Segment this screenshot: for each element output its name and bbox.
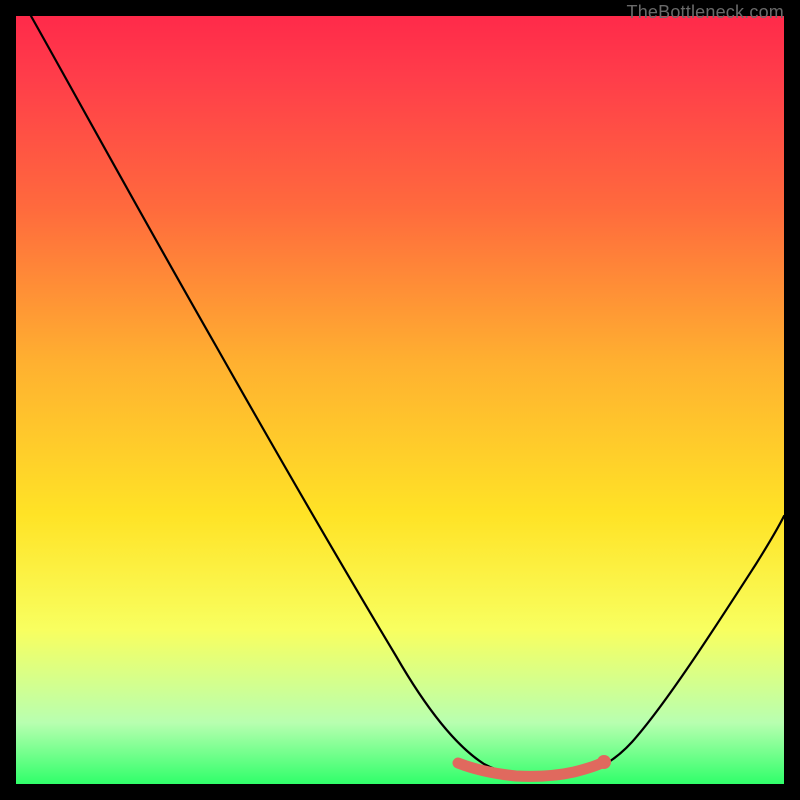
chart-container: TheBottleneck.com <box>0 0 800 800</box>
highlight-segment <box>458 762 604 776</box>
attribution-text: TheBottleneck.com <box>627 2 784 23</box>
chart-svg <box>16 16 784 784</box>
bottleneck-curve <box>31 16 784 777</box>
highlight-point <box>597 755 611 769</box>
plot-area <box>16 16 784 784</box>
